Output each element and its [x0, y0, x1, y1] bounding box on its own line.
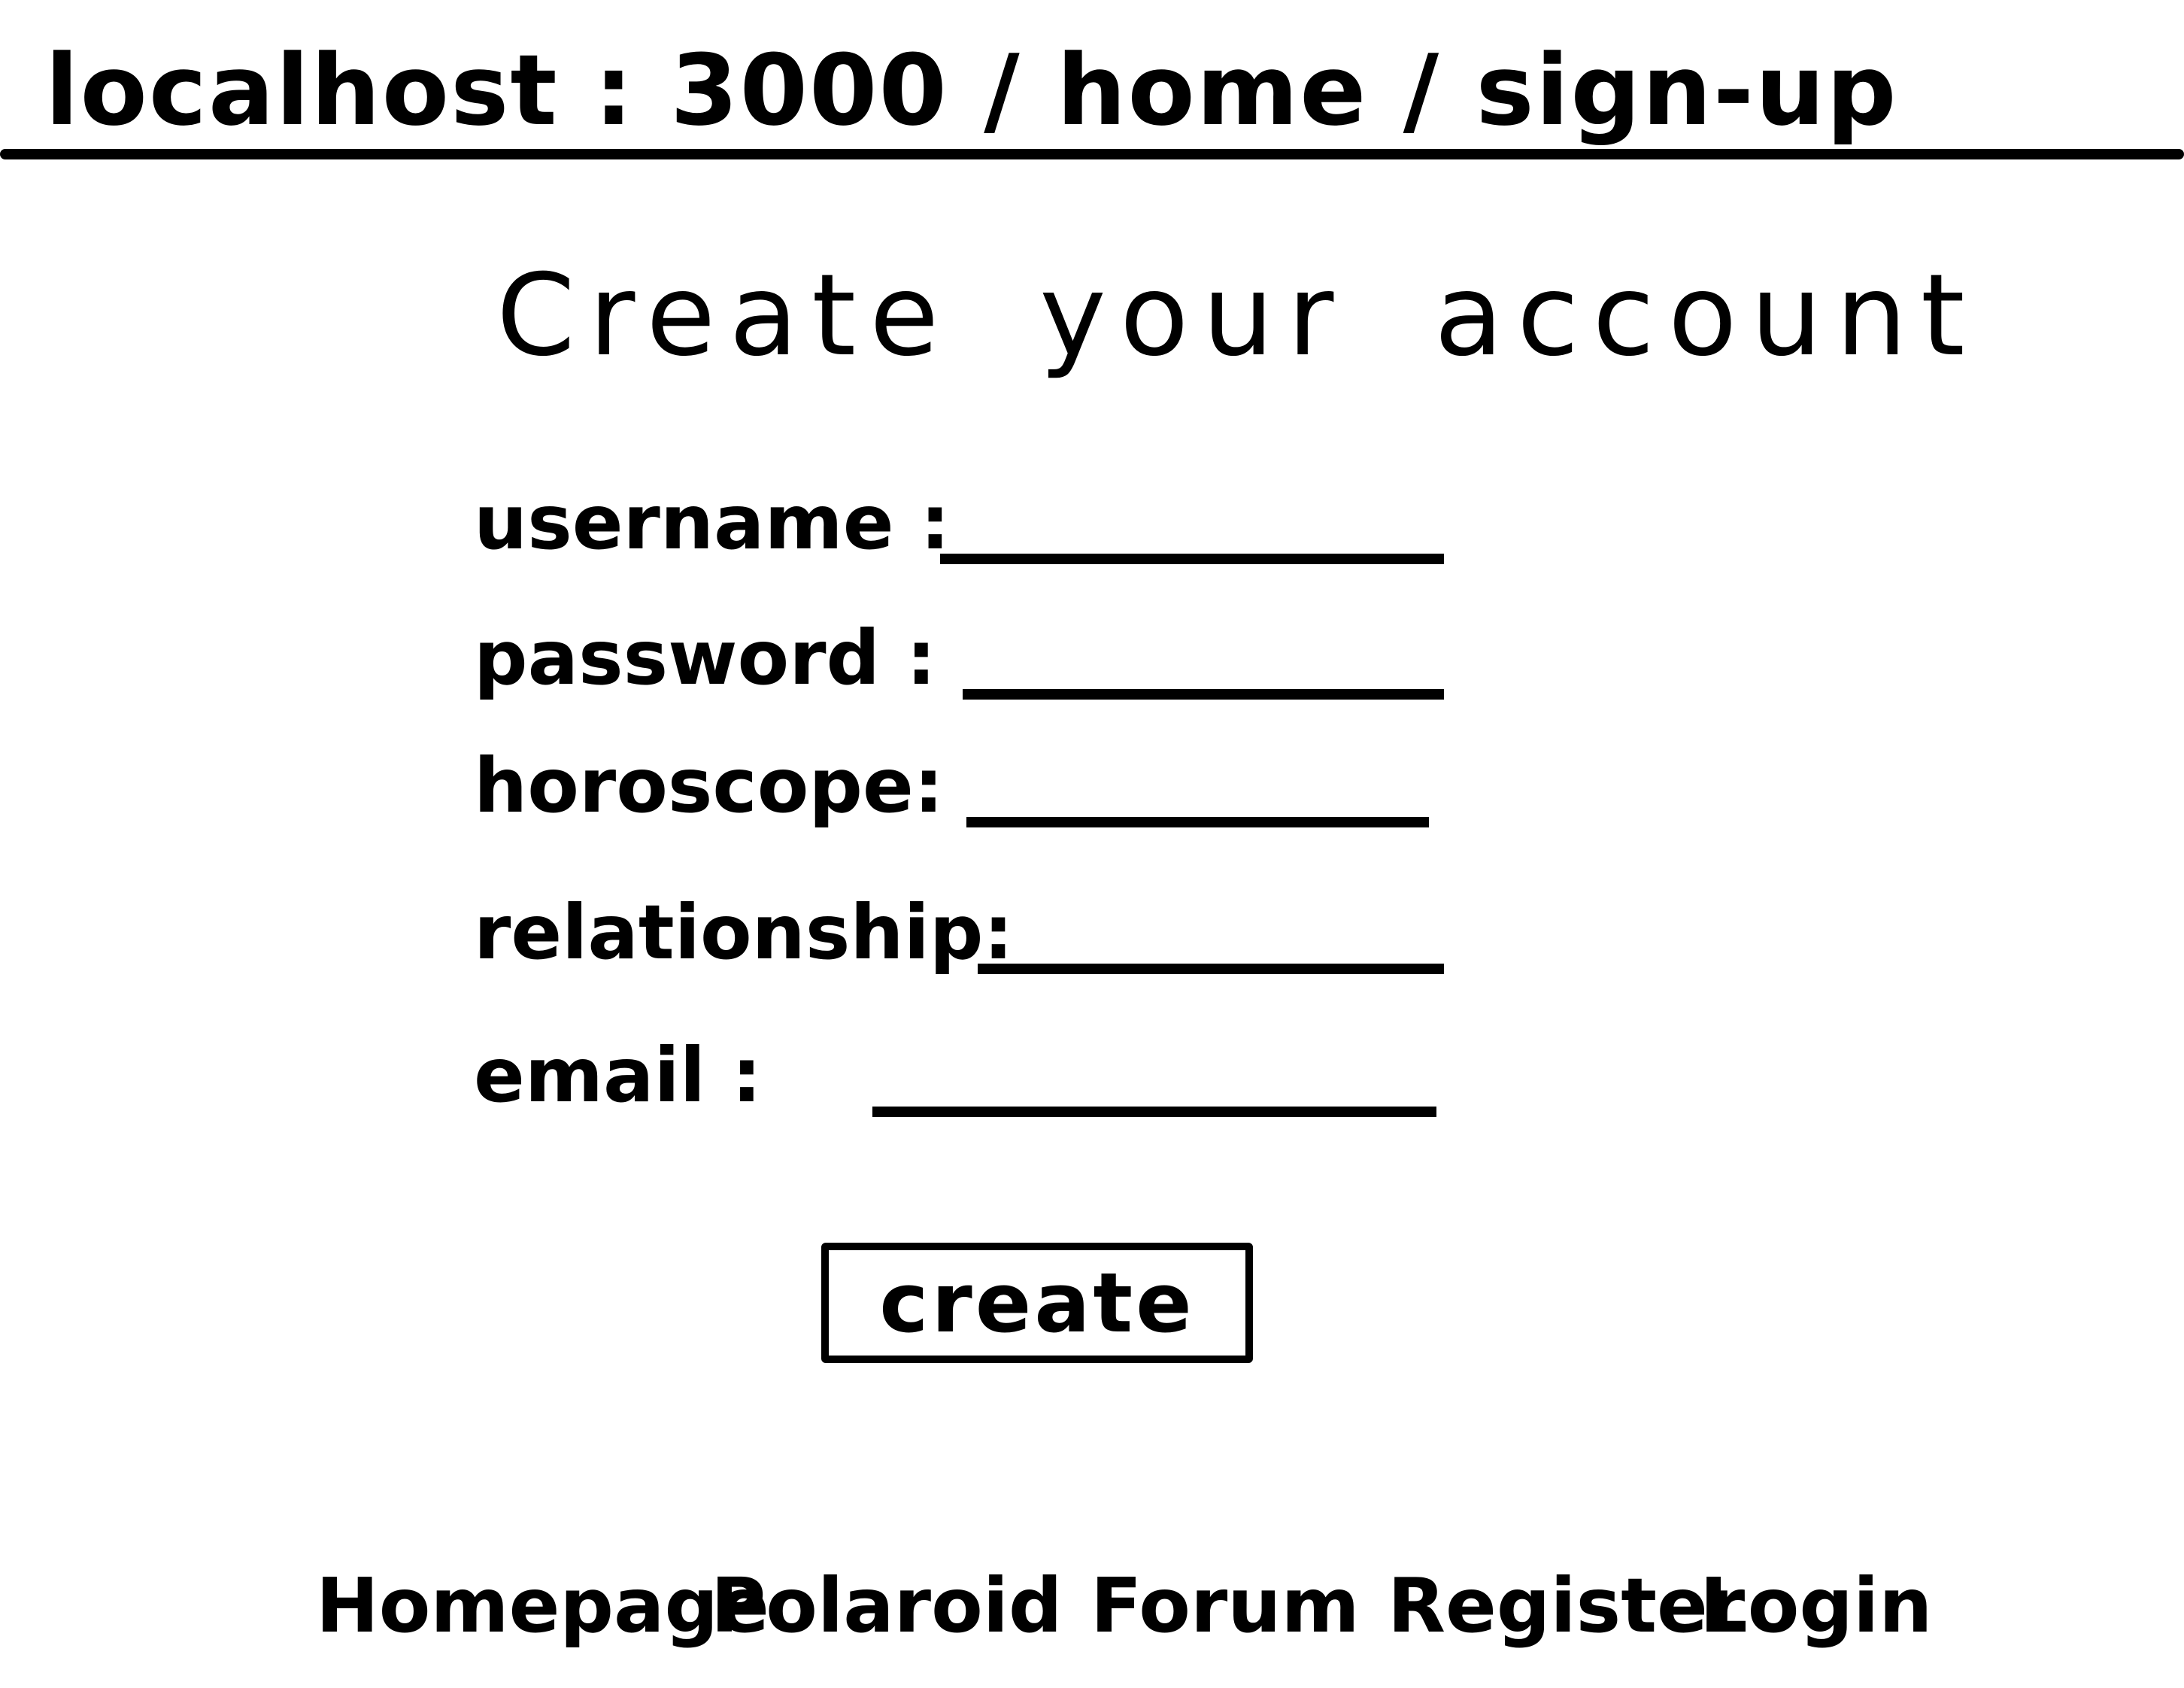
nav-link-polaroid[interactable]: Polaroid — [711, 1550, 1063, 1662]
password-label: password : — [474, 614, 936, 702]
email-label: email : — [474, 1031, 762, 1119]
email-row: email : — [474, 1027, 1451, 1147]
page-title: Create your account — [496, 250, 1979, 381]
nav-link-forum[interactable]: Forum — [1090, 1550, 1360, 1662]
nav-link-register[interactable]: Register — [1388, 1550, 1745, 1662]
nav-link-login[interactable]: Login — [1700, 1550, 1932, 1662]
url-divider — [0, 149, 2184, 159]
horoscope-label: horoscope: — [474, 742, 944, 830]
create-button[interactable]: create — [821, 1243, 1253, 1363]
horoscope-row: horoscope: — [474, 737, 1451, 858]
url-bar[interactable]: localhost : 3000 / home / sign-up — [45, 30, 1898, 150]
username-label: username : — [474, 478, 951, 566]
footer-nav: Homepage Polaroid Forum Register Login — [0, 1550, 2184, 1670]
email-input[interactable] — [872, 1042, 1436, 1117]
relationship-row: relationship: — [474, 884, 1451, 1004]
password-row: password : — [474, 609, 1451, 730]
relationship-label: relationship: — [474, 888, 1014, 976]
username-input[interactable] — [940, 489, 1444, 564]
password-input[interactable] — [963, 624, 1444, 700]
username-row: username : — [474, 474, 1451, 594]
horoscope-input[interactable] — [966, 752, 1429, 827]
nav-link-homepage[interactable]: Homepage — [316, 1550, 769, 1662]
relationship-input[interactable] — [978, 899, 1444, 974]
